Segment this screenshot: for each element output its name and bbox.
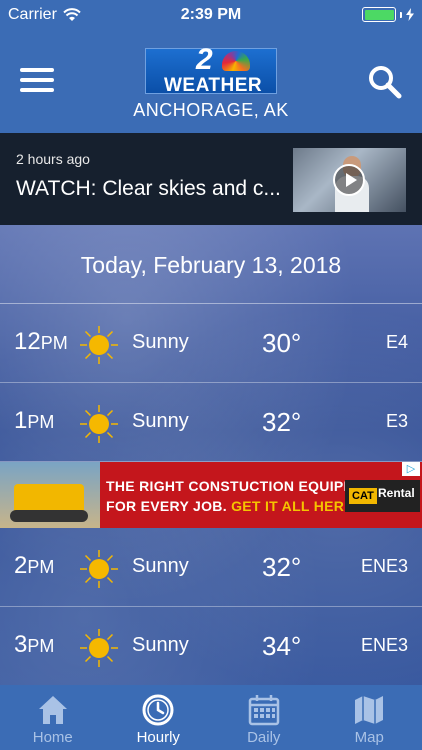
- hour-row[interactable]: 1PM Sunny 32° E3: [0, 383, 422, 462]
- menu-bar-icon: [20, 88, 54, 92]
- condition-label: Sunny: [132, 410, 189, 432]
- peacock-logo-icon: [222, 51, 250, 71]
- news-headline[interactable]: WATCH: Clear skies and c...: [16, 177, 282, 201]
- hour-time: 3PM: [14, 631, 55, 658]
- hourly-forecast-panel: Today, February 13, 2018 12PM Sunny 30° …: [0, 225, 422, 685]
- hour-time: 12PM: [14, 328, 68, 355]
- tab-label: Hourly: [136, 729, 180, 746]
- play-icon[interactable]: [333, 164, 365, 196]
- temperature: 32°: [262, 407, 302, 437]
- advertisement-banner[interactable]: THE RIGHT CONSTUCTION EQUIPMENT FOR EVER…: [0, 462, 422, 528]
- menu-bar-icon: [20, 68, 54, 72]
- condition-label: Sunny: [132, 634, 189, 656]
- condition-label: Sunny: [132, 331, 189, 353]
- sun-icon: [80, 326, 118, 364]
- search-button[interactable]: [367, 64, 403, 100]
- ad-headline: THE RIGHT CONSTUCTION EQUIPMENT: [106, 478, 385, 494]
- battery-area: [362, 7, 414, 22]
- sun-icon: [80, 405, 118, 443]
- clock-icon: [142, 694, 174, 726]
- wind-label: ENE3: [360, 635, 408, 655]
- tab-home[interactable]: Home: [0, 685, 106, 750]
- sun-icon: [80, 550, 118, 588]
- status-bar: Carrier 2:39 PM: [0, 0, 422, 30]
- news-timestamp: 2 hours ago: [16, 151, 90, 167]
- location-label: ANCHORAGE, AK: [133, 100, 289, 120]
- news-banner[interactable]: 2 hours ago WATCH: Clear skies and c...: [0, 133, 422, 225]
- tab-label: Map: [354, 729, 384, 746]
- wind-label: E3: [385, 411, 408, 431]
- app-header: 2 WEATHER ANCHORAGE, AK: [0, 30, 422, 133]
- search-icon: [369, 66, 402, 99]
- hour-row[interactable]: 2PM Sunny 32° ENE3: [0, 528, 422, 607]
- tab-bar: Home Hourly Daily Map: [0, 685, 422, 750]
- temperature: 30°: [262, 328, 302, 358]
- map-icon: [355, 696, 384, 724]
- battery-tip: [400, 11, 402, 18]
- temperature: 32°: [262, 552, 302, 582]
- calendar-icon: [248, 695, 279, 726]
- tab-daily[interactable]: Daily: [211, 685, 317, 750]
- tab-hourly[interactable]: Hourly: [106, 685, 212, 750]
- hour-time: 2PM: [14, 552, 55, 579]
- date-heading: Today, February 13, 2018: [0, 225, 422, 304]
- menu-button[interactable]: [20, 68, 54, 94]
- hour-row[interactable]: 3PM Sunny 34° ENE3: [0, 607, 422, 686]
- sun-icon: [80, 629, 118, 667]
- news-video-thumbnail[interactable]: [293, 148, 406, 212]
- home-icon: [38, 696, 67, 724]
- condition-label: Sunny: [132, 555, 189, 577]
- wind-label: ENE3: [360, 556, 408, 576]
- clock-time: 2:39 PM: [180, 6, 242, 23]
- logo-number: 2: [196, 43, 213, 76]
- ad-equipment-image: [0, 462, 100, 528]
- battery-icon: [362, 7, 396, 22]
- wind-label: E4: [385, 332, 408, 352]
- temperature: 34°: [262, 631, 302, 661]
- station-logo: 2 WEATHER: [145, 43, 277, 96]
- charging-icon: [406, 8, 414, 21]
- ad-tagline: FOR EVERY JOB. GET IT ALL HERE.: [106, 498, 359, 514]
- cat-rental-logo: CAT Rental: [345, 480, 420, 512]
- adchoices-icon[interactable]: ▷: [402, 462, 420, 476]
- tab-label: Home: [32, 729, 73, 746]
- menu-bar-icon: [20, 78, 54, 82]
- tab-label: Daily: [247, 729, 281, 746]
- hour-time: 1PM: [14, 407, 55, 434]
- logo-text: WEATHER: [164, 75, 263, 96]
- tab-map[interactable]: Map: [317, 685, 422, 750]
- hour-row[interactable]: 12PM Sunny 30° E4: [0, 304, 422, 383]
